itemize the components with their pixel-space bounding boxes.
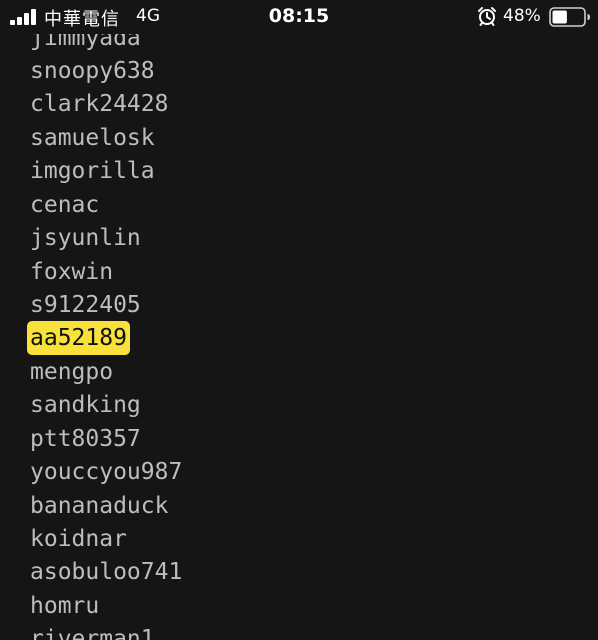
list-item[interactable]: homru [30,589,99,623]
username-list: jimmyada snoopy638 clark24428 samuelosk … [0,0,598,640]
list-item[interactable]: s9122405 [30,288,141,322]
list-item[interactable]: riverman1 [30,622,155,640]
list-item[interactable]: mengpo [30,355,113,389]
list-item[interactable]: ptt80357 [30,422,141,456]
list-item[interactable]: sandking [30,388,141,422]
battery-percent: 48% [503,6,541,26]
list-item[interactable]: samuelosk [30,121,155,155]
list-item[interactable]: snoopy638 [30,54,155,88]
battery-icon [549,7,590,27]
list-item-highlighted[interactable]: aa52189 [27,321,130,355]
list-item[interactable]: koidnar [30,522,127,556]
list-item[interactable]: jsyunlin [30,221,141,255]
list-item[interactable]: bananaduck [30,489,168,523]
status-bar: 中華電信 4G 08:15 48% [0,0,598,34]
alarm-clock-icon [478,7,496,26]
list-item[interactable]: foxwin [30,255,113,289]
list-item[interactable]: clark24428 [30,87,168,121]
list-item[interactable]: asobuloo741 [30,555,182,589]
list-item[interactable]: youccyou987 [30,455,182,489]
list-item[interactable]: cenac [30,188,99,222]
list-item[interactable]: imgorilla [30,154,155,188]
